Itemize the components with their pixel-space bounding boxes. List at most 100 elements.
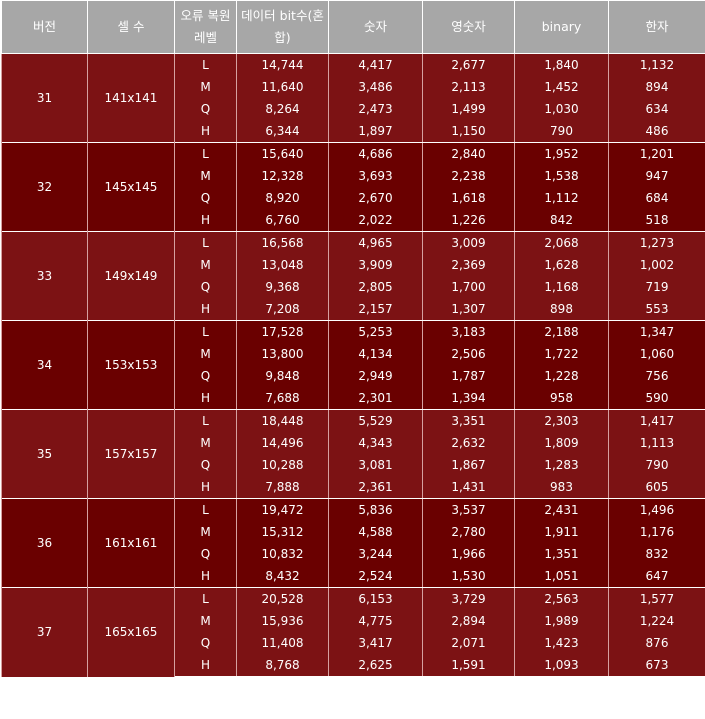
alphanumeric-cell: 1,787 [422, 365, 515, 387]
error-level-cell: H [174, 120, 237, 143]
kanji-cell: 634 [608, 98, 705, 120]
kanji-cell: 790 [608, 454, 705, 476]
error-level-cell: Q [174, 632, 237, 654]
binary-cell: 1,452 [514, 76, 609, 98]
binary-cell: 1,093 [514, 654, 609, 677]
data-bits-cell: 6,344 [236, 120, 329, 143]
binary-cell: 1,051 [514, 565, 609, 588]
binary-cell: 2,563 [514, 587, 609, 610]
kanji-cell: 832 [608, 543, 705, 565]
alphanumeric-cell: 1,226 [422, 209, 515, 232]
error-level-cell: M [174, 610, 237, 632]
kanji-cell: 1,577 [608, 587, 705, 610]
version-cell: 32 [1, 142, 88, 232]
numeric-cell: 4,417 [328, 53, 423, 76]
kanji-cell: 518 [608, 209, 705, 232]
data-bits-cell: 10,288 [236, 454, 329, 476]
table-row: 37 165x165 L 20,528 6,153 3,729 2,563 1,577 [1, 587, 705, 677]
alphanumeric-cell: 1,618 [422, 187, 515, 209]
kanji-cell: 1,224 [608, 610, 705, 632]
numeric-cell: 2,473 [328, 98, 423, 120]
header-row: 버전 셀 수 오류 복원 레벨 데이터 bit수(혼합) 숫자 영숫자 bina… [1, 0, 705, 54]
cell-count-cell: 153x153 [87, 320, 175, 410]
alphanumeric-cell: 3,729 [422, 587, 515, 610]
data-bits-cell: 11,640 [236, 76, 329, 98]
alphanumeric-cell: 1,591 [422, 654, 515, 677]
error-level-cell: L [174, 53, 237, 76]
kanji-cell: 1,176 [608, 521, 705, 543]
numeric-cell: 5,253 [328, 320, 423, 343]
header-error-level: 오류 복원 레벨 [174, 0, 237, 54]
binary-cell: 1,168 [514, 276, 609, 298]
numeric-cell: 2,670 [328, 187, 423, 209]
kanji-cell: 1,002 [608, 254, 705, 276]
header-cell-count: 셀 수 [87, 0, 175, 54]
kanji-cell: 947 [608, 165, 705, 187]
numeric-cell: 2,625 [328, 654, 423, 677]
binary-cell: 1,989 [514, 610, 609, 632]
alphanumeric-cell: 1,394 [422, 387, 515, 410]
numeric-cell: 1,897 [328, 120, 423, 143]
numeric-cell: 3,486 [328, 76, 423, 98]
binary-cell: 1,283 [514, 454, 609, 476]
numeric-cell: 3,909 [328, 254, 423, 276]
version-group: 36 161x161 L 19,472 5,836 3,537 2,431 1,496 M 15,… [1, 498, 705, 588]
binary-cell: 1,952 [514, 142, 609, 165]
numeric-cell: 3,417 [328, 632, 423, 654]
alphanumeric-cell: 1,700 [422, 276, 515, 298]
header-kanji: 한자 [608, 0, 705, 54]
numeric-cell: 3,244 [328, 543, 423, 565]
data-bits-cell: 18,448 [236, 409, 329, 432]
table-row: 36 161x161 L 19,472 5,836 3,537 2,431 1,496 [1, 498, 705, 588]
cell-count-cell: 141x141 [87, 53, 175, 143]
version-cell: 35 [1, 409, 88, 499]
data-bits-cell: 9,368 [236, 276, 329, 298]
alphanumeric-cell: 2,780 [422, 521, 515, 543]
error-level-cell: Q [174, 187, 237, 209]
error-level-cell: H [174, 209, 237, 232]
binary-cell: 1,112 [514, 187, 609, 209]
numeric-cell: 4,588 [328, 521, 423, 543]
kanji-cell: 553 [608, 298, 705, 321]
alphanumeric-cell: 2,677 [422, 53, 515, 76]
header-data-bits: 데이터 bit수(혼합) [236, 0, 329, 54]
alphanumeric-cell: 3,537 [422, 498, 515, 521]
header-version: 버전 [1, 0, 88, 54]
alphanumeric-cell: 2,071 [422, 632, 515, 654]
version-group: 33 149x149 L 16,568 4,965 3,009 2,068 1,273 M 13,… [1, 231, 705, 321]
binary-cell: 2,303 [514, 409, 609, 432]
kanji-cell: 1,417 [608, 409, 705, 432]
version-group: 31 141x141 L 14,744 4,417 2,677 1,840 1,132 M 11,… [1, 53, 705, 143]
version-cell: 33 [1, 231, 88, 321]
kanji-cell: 590 [608, 387, 705, 410]
binary-cell: 1,423 [514, 632, 609, 654]
binary-cell: 842 [514, 209, 609, 232]
alphanumeric-cell: 1,150 [422, 120, 515, 143]
numeric-cell: 2,805 [328, 276, 423, 298]
numeric-cell: 4,343 [328, 432, 423, 454]
table-row: 31 141x141 L 14,744 4,417 2,677 1,840 1,132 [1, 53, 705, 143]
numeric-cell: 3,081 [328, 454, 423, 476]
numeric-cell: 2,301 [328, 387, 423, 410]
data-bits-cell: 8,768 [236, 654, 329, 677]
version-group: 37 165x165 L 20,528 6,153 3,729 2,563 1,577 M 15,… [1, 587, 705, 677]
data-bits-cell: 12,328 [236, 165, 329, 187]
version-cell: 37 [1, 587, 88, 677]
table-header: 버전 셀 수 오류 복원 레벨 데이터 bit수(혼합) 숫자 영숫자 bina… [1, 0, 705, 54]
kanji-cell: 486 [608, 120, 705, 143]
numeric-cell: 4,775 [328, 610, 423, 632]
numeric-cell: 3,693 [328, 165, 423, 187]
kanji-cell: 1,496 [608, 498, 705, 521]
cell-count-cell: 165x165 [87, 587, 175, 677]
data-bits-cell: 11,408 [236, 632, 329, 654]
binary-cell: 1,840 [514, 53, 609, 76]
error-level-cell: M [174, 165, 237, 187]
table-row: 34 153x153 L 17,528 5,253 3,183 2,188 1,347 [1, 320, 705, 410]
error-level-cell: H [174, 654, 237, 677]
binary-cell: 1,722 [514, 343, 609, 365]
error-level-cell: L [174, 142, 237, 165]
binary-cell: 898 [514, 298, 609, 321]
alphanumeric-cell: 2,506 [422, 343, 515, 365]
numeric-cell: 2,022 [328, 209, 423, 232]
numeric-cell: 4,965 [328, 231, 423, 254]
